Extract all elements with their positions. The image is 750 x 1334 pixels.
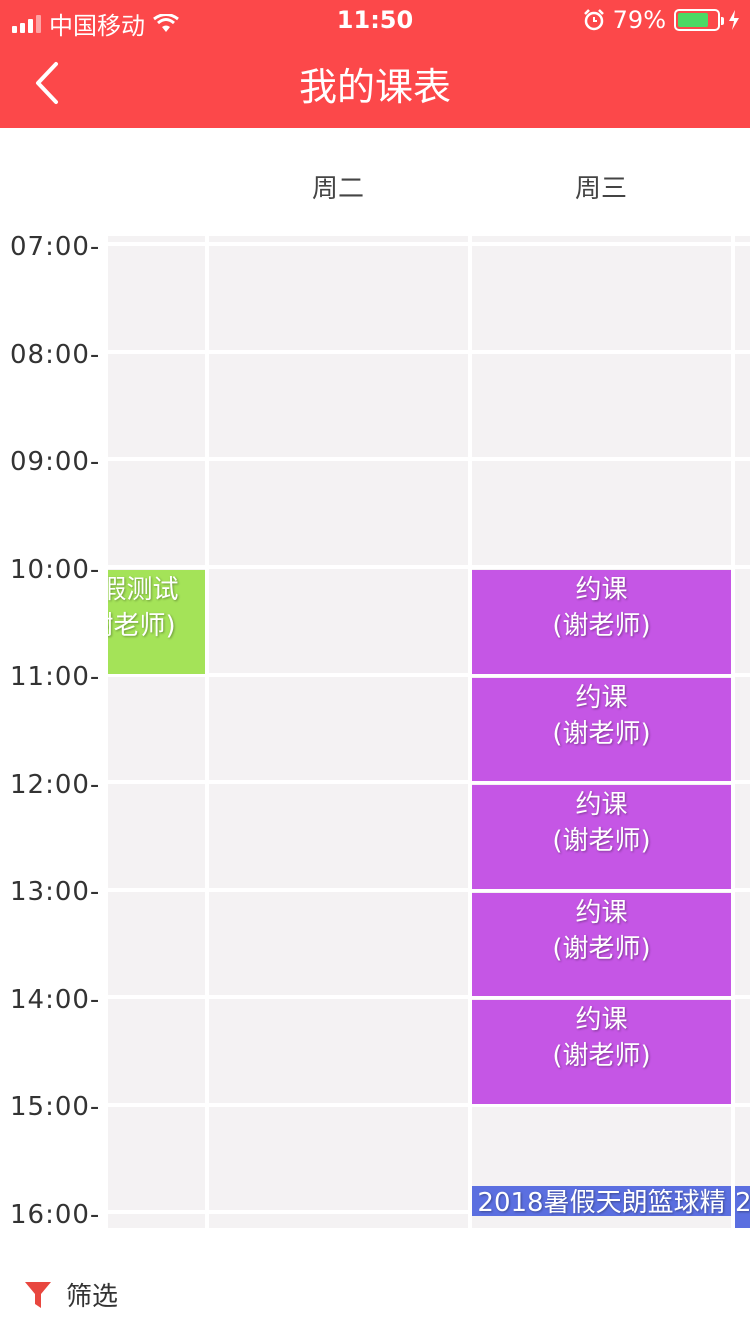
time-label: 10:00- bbox=[10, 555, 101, 585]
event-teacher: (谢老师) bbox=[108, 611, 176, 641]
event-title: 请假测试 bbox=[108, 575, 179, 605]
day-header-tue: 周二 bbox=[311, 174, 364, 204]
event-title: 约课 bbox=[575, 575, 628, 605]
time-label: 11:00- bbox=[10, 662, 101, 692]
event-teacher: (谢老师) bbox=[552, 934, 651, 964]
page-title: 我的课表 bbox=[298, 65, 451, 109]
event-title: 2 bbox=[735, 1188, 750, 1218]
time-label: 16:00- bbox=[10, 1200, 101, 1230]
event-title: 约课 bbox=[575, 1005, 628, 1035]
filter-label: 筛选 bbox=[66, 1282, 119, 1312]
event-teacher: (谢老师) bbox=[552, 1041, 651, 1071]
time-label: 07:00- bbox=[10, 232, 101, 262]
event-title: 约课 bbox=[575, 683, 628, 713]
filter-icon bbox=[25, 1281, 51, 1308]
course-event[interactable]: 2 bbox=[735, 1186, 750, 1228]
battery-percent: 79% bbox=[612, 6, 666, 34]
course-event[interactable]: 约课 (谢老师) bbox=[472, 893, 731, 996]
grid-line bbox=[731, 236, 735, 1228]
course-event[interactable]: 2018暑假天朗篮球精 bbox=[472, 1186, 731, 1216]
event-teacher: (谢老师) bbox=[552, 719, 651, 749]
course-event[interactable]: 约课 (谢老师) bbox=[472, 570, 731, 674]
status-bar: 中国移动 11:50 79% bbox=[0, 0, 750, 40]
event-title: 约课 bbox=[575, 898, 628, 928]
event-title: 约课 bbox=[575, 790, 628, 820]
filter-button[interactable]: 筛选 bbox=[24, 1276, 118, 1313]
time-label: 09:00- bbox=[10, 447, 101, 477]
course-event[interactable]: 约课 (谢老师) bbox=[472, 785, 731, 889]
day-header-wed: 周三 bbox=[574, 174, 627, 204]
event-title: 2018暑假天朗篮球精 bbox=[477, 1188, 726, 1216]
event-teacher: (谢老师) bbox=[552, 826, 651, 856]
course-event[interactable]: 请假测试 (谢老师) bbox=[108, 570, 205, 674]
battery-icon bbox=[674, 9, 724, 31]
time-label: 12:00- bbox=[10, 770, 101, 800]
time-label: 13:00- bbox=[10, 877, 101, 907]
event-teacher: (谢老师) bbox=[552, 611, 651, 641]
schedule-grid[interactable]: 请假测试 (谢老师) 约课 (谢老师) 约课 (谢老师) 约课 (谢老师) 约课… bbox=[108, 236, 750, 1228]
time-label: 14:00- bbox=[10, 985, 101, 1015]
course-event[interactable]: 约课 (谢老师) bbox=[472, 678, 731, 781]
charging-icon bbox=[729, 10, 739, 30]
alarm-icon bbox=[583, 9, 604, 31]
grid-line bbox=[205, 236, 209, 1228]
battery-fill bbox=[678, 13, 709, 27]
time-label: 15:00- bbox=[10, 1092, 101, 1122]
top-bar: 中国移动 11:50 79% 我的课表 bbox=[0, 0, 750, 128]
time-label: 08:00- bbox=[10, 340, 101, 370]
course-event[interactable]: 约课 (谢老师) bbox=[472, 1000, 731, 1104]
